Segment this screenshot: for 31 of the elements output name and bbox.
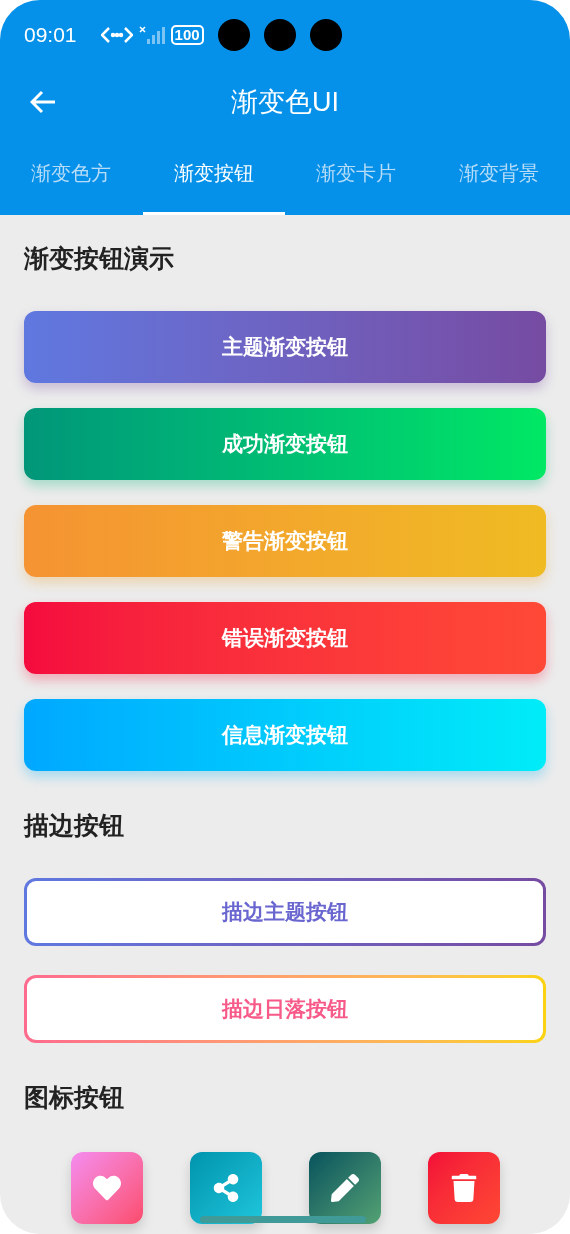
app-bar-title: 渐变色UI: [231, 85, 339, 119]
tab[interactable]: 渐变按钮: [142, 134, 285, 215]
edit-button[interactable]: [308, 1152, 381, 1224]
back-arrow-icon: [30, 90, 56, 114]
gradient-button[interactable]: 错误渐变按钮: [24, 602, 546, 674]
status-time: 09:01: [24, 22, 77, 49]
pencil-icon: [330, 1174, 359, 1202]
gradient-button[interactable]: 信息渐变按钮: [24, 699, 546, 771]
heart-icon: [92, 1174, 121, 1202]
gradient-button[interactable]: 主题渐变按钮: [24, 311, 546, 383]
delete-button[interactable]: [427, 1152, 500, 1224]
trash-icon: [449, 1174, 478, 1202]
camera-hole: [263, 19, 296, 51]
gradient-button[interactable]: 成功渐变按钮: [24, 408, 546, 480]
outline-button[interactable]: 描边日落按钮: [24, 975, 546, 1043]
outline-button[interactable]: 描边主题按钮: [24, 878, 546, 946]
camera-hole: [309, 19, 342, 51]
battery-indicator: 100: [170, 25, 204, 45]
share-icon: [211, 1174, 240, 1202]
section-title: 描边按钮: [24, 810, 125, 841]
tab[interactable]: 渐变背景: [427, 134, 570, 215]
tab[interactable]: 渐变卡片: [285, 134, 428, 215]
gradient-button[interactable]: 警告渐变按钮: [24, 505, 546, 577]
tab[interactable]: 渐变色方: [0, 134, 143, 215]
section-title: 图标按钮: [24, 1082, 125, 1113]
camera-hole: [217, 19, 250, 51]
share-button[interactable]: [189, 1152, 262, 1224]
like-button[interactable]: [70, 1152, 143, 1224]
signal-icon: [138, 25, 167, 45]
data-transfer-icon: [100, 26, 133, 44]
section-title: 渐变按钮演示: [24, 243, 175, 274]
